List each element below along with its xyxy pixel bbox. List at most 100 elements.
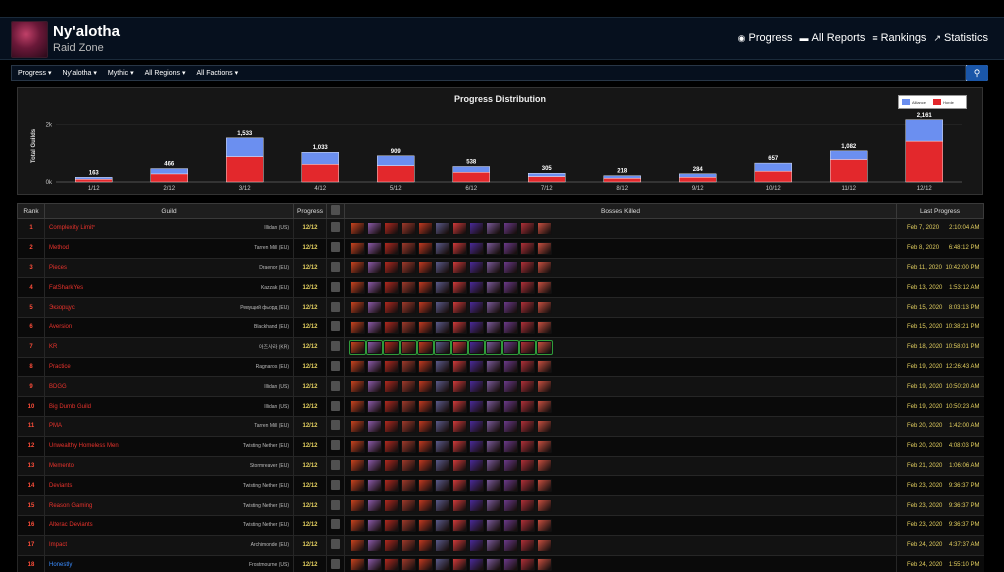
boss-kill-icon[interactable] (384, 360, 399, 374)
boss-kill-icon[interactable] (537, 301, 552, 315)
boss-kill-icon[interactable] (367, 261, 382, 275)
boss-kill-icon[interactable] (537, 499, 552, 513)
boss-kill-icon[interactable] (367, 281, 382, 295)
boss-kill-icon[interactable] (350, 400, 365, 414)
boss-kill-icon[interactable] (486, 459, 501, 473)
boss-kill-icon[interactable] (401, 301, 416, 315)
boss-kill-icon[interactable] (367, 558, 382, 572)
boss-kill-icon[interactable] (503, 320, 518, 334)
boss-kill-icon[interactable] (384, 499, 399, 513)
boss-kill-icon[interactable] (469, 459, 484, 473)
boss-kill-icon[interactable] (401, 558, 416, 572)
boss-kill-icon[interactable] (468, 339, 485, 355)
boss-kill-icon[interactable] (367, 479, 382, 493)
boss-kill-icon[interactable] (486, 558, 501, 572)
boss-kill-icon[interactable] (485, 339, 502, 355)
boss-kill-icon[interactable] (435, 301, 450, 315)
boss-kill-icon[interactable] (452, 301, 467, 315)
boss-kill-icon[interactable] (520, 419, 535, 433)
boss-kill-icon[interactable] (418, 380, 433, 394)
boss-kill-icon[interactable] (418, 241, 433, 255)
boss-kill-icon[interactable] (486, 518, 501, 532)
boss-kill-icon[interactable] (401, 380, 416, 394)
boss-kill-icon[interactable] (401, 439, 416, 453)
guild-name-link[interactable]: FatSharkYes (49, 285, 83, 291)
col-guild[interactable]: Guild (44, 203, 294, 219)
boss-kill-icon[interactable] (350, 380, 365, 394)
boss-kill-icon[interactable] (520, 518, 535, 532)
boss-kill-icon[interactable] (384, 320, 399, 334)
boss-kill-icon[interactable] (469, 518, 484, 532)
boss-kill-icon[interactable] (503, 380, 518, 394)
boss-kill-icon[interactable] (469, 400, 484, 414)
boss-kill-icon[interactable] (367, 360, 382, 374)
boss-kill-icon[interactable] (520, 320, 535, 334)
boss-kill-icon[interactable] (520, 261, 535, 275)
guild-name-link[interactable]: Reason Gaming (49, 503, 92, 509)
boss-kill-icon[interactable] (401, 538, 416, 552)
boss-kill-icon[interactable] (349, 339, 366, 355)
boss-kill-icon[interactable] (503, 518, 518, 532)
boss-kill-icon[interactable] (519, 339, 536, 355)
boss-kill-icon[interactable] (503, 301, 518, 315)
boss-kill-icon[interactable] (452, 360, 467, 374)
boss-kill-icon[interactable] (452, 320, 467, 334)
col-rank[interactable]: Rank (17, 203, 45, 219)
guild-name-link[interactable]: Экзорцус (49, 305, 75, 311)
boss-kill-icon[interactable] (384, 261, 399, 275)
boss-kill-icon[interactable] (367, 301, 382, 315)
nav-statistics[interactable]: ↗ Statistics (933, 32, 988, 44)
boss-kill-icon[interactable] (503, 360, 518, 374)
boss-kill-icon[interactable] (486, 400, 501, 414)
boss-kill-icon[interactable] (418, 558, 433, 572)
boss-kill-icon[interactable] (537, 360, 552, 374)
boss-kill-icon[interactable] (537, 518, 552, 532)
boss-kill-icon[interactable] (451, 339, 468, 355)
boss-kill-icon[interactable] (486, 419, 501, 433)
boss-kill-icon[interactable] (350, 419, 365, 433)
boss-kill-icon[interactable] (435, 261, 450, 275)
guild-name-link[interactable]: Alterac Deviants (49, 522, 93, 528)
boss-kill-icon[interactable] (520, 281, 535, 295)
boss-kill-icon[interactable] (367, 221, 382, 235)
boss-kill-icon[interactable] (401, 419, 416, 433)
boss-kill-icon[interactable] (367, 419, 382, 433)
boss-kill-icon[interactable] (350, 281, 365, 295)
boss-kill-icon[interactable] (537, 221, 552, 235)
boss-kill-icon[interactable] (367, 380, 382, 394)
boss-kill-icon[interactable] (537, 241, 552, 255)
boss-kill-icon[interactable] (469, 281, 484, 295)
boss-kill-icon[interactable] (384, 518, 399, 532)
guild-name-link[interactable]: Big Dumb Guild (49, 404, 91, 410)
boss-kill-icon[interactable] (384, 380, 399, 394)
boss-kill-icon[interactable] (417, 339, 434, 355)
boss-kill-icon[interactable] (469, 479, 484, 493)
boss-kill-icon[interactable] (350, 320, 365, 334)
boss-kill-icon[interactable] (486, 320, 501, 334)
boss-kill-icon[interactable] (537, 558, 552, 572)
boss-kill-icon[interactable] (537, 400, 552, 414)
guild-name-link[interactable]: Deviants (49, 483, 72, 489)
boss-kill-icon[interactable] (418, 439, 433, 453)
boss-kill-icon[interactable] (486, 439, 501, 453)
boss-kill-icon[interactable] (435, 419, 450, 433)
boss-kill-icon[interactable] (418, 320, 433, 334)
boss-kill-icon[interactable] (384, 479, 399, 493)
boss-kill-icon[interactable] (537, 380, 552, 394)
boss-kill-icon[interactable] (469, 558, 484, 572)
legend-alliance[interactable]: Alliance (902, 99, 926, 105)
boss-kill-icon[interactable] (452, 538, 467, 552)
boss-kill-icon[interactable] (503, 459, 518, 473)
boss-kill-icon[interactable] (452, 419, 467, 433)
boss-kill-icon[interactable] (350, 558, 365, 572)
nav-progress[interactable]: ◉ Progress (738, 32, 793, 44)
boss-kill-icon[interactable] (486, 360, 501, 374)
boss-kill-icon[interactable] (469, 261, 484, 275)
boss-kill-icon[interactable] (452, 518, 467, 532)
boss-kill-icon[interactable] (418, 261, 433, 275)
col-progress[interactable]: Progress (293, 203, 327, 219)
boss-kill-icon[interactable] (367, 459, 382, 473)
boss-kill-icon[interactable] (520, 479, 535, 493)
boss-kill-icon[interactable] (520, 538, 535, 552)
boss-kill-icon[interactable] (435, 320, 450, 334)
